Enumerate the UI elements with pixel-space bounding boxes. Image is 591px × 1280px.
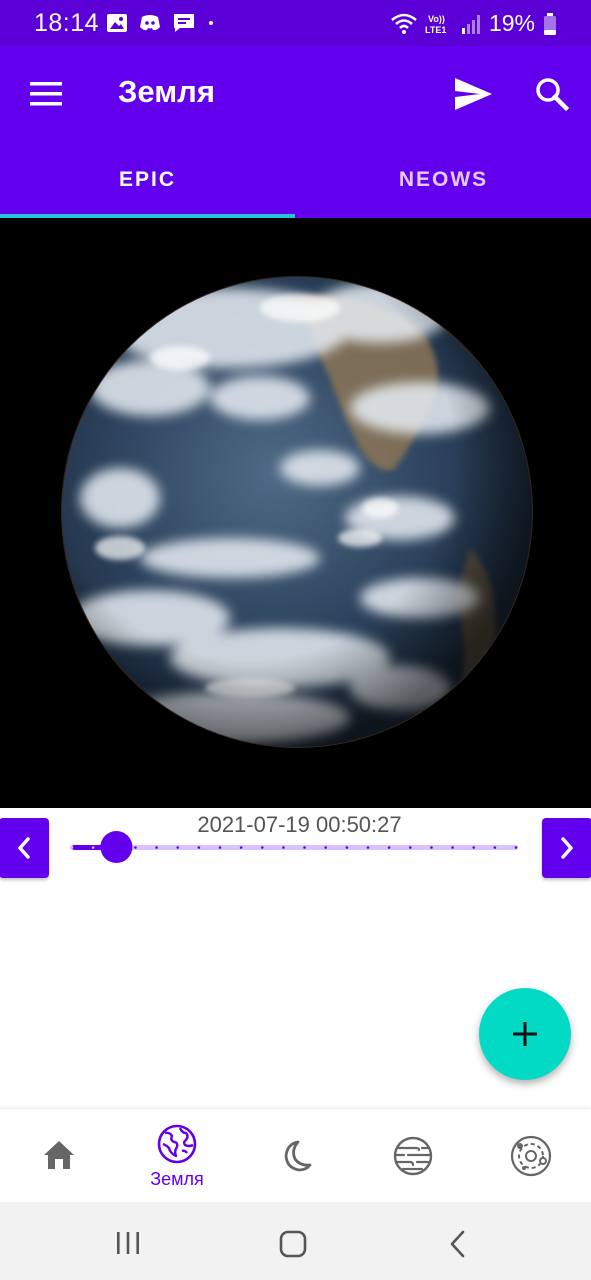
dot-icon — [209, 21, 213, 25]
slider-tick — [345, 846, 349, 849]
svg-text:Vo)): Vo)) — [428, 14, 445, 24]
planet-icon — [393, 1136, 433, 1176]
slider-tick — [472, 846, 476, 849]
slider-tick — [218, 846, 222, 849]
slider-tick — [155, 846, 158, 849]
date-slider[interactable] — [70, 830, 522, 864]
send-icon — [455, 78, 492, 110]
status-bar: 18:14 Vo)) LTE1 19% — [0, 0, 591, 46]
nav-item-home[interactable] — [0, 1109, 118, 1203]
slider-tick — [366, 846, 370, 849]
solar-system-icon — [510, 1135, 552, 1177]
bottom-navigation: Земля — [0, 1108, 591, 1202]
slider-thumb[interactable] — [100, 831, 133, 863]
recents-icon[interactable] — [114, 1230, 142, 1256]
slider-tick — [91, 846, 95, 849]
nav-item-planet[interactable] — [354, 1109, 472, 1203]
menu-button[interactable] — [26, 76, 66, 112]
next-button[interactable] — [542, 818, 591, 878]
nav-item-earth[interactable]: Земля — [118, 1109, 236, 1203]
previous-button[interactable] — [0, 818, 49, 878]
home-button-icon[interactable] — [279, 1230, 307, 1258]
battery-percent: 19% — [488, 10, 535, 36]
slider-tick — [260, 846, 264, 849]
slider-tick — [387, 846, 391, 849]
app-bar: Земля — [0, 46, 591, 142]
slider-tick — [451, 846, 454, 849]
send-button[interactable] — [452, 74, 494, 114]
slider-tick — [430, 846, 433, 849]
moon-icon — [284, 1140, 312, 1172]
slider-tick — [70, 846, 74, 849]
globe-icon — [157, 1124, 197, 1164]
add-button[interactable] — [479, 988, 571, 1080]
system-navigation-bar — [0, 1202, 591, 1280]
chevron-right-icon — [561, 837, 573, 859]
earth-globe — [61, 276, 533, 748]
gallery-icon — [107, 14, 127, 32]
slider-tick — [303, 846, 306, 849]
notification-icons — [106, 12, 216, 34]
slider-tick — [239, 846, 243, 849]
tab-epic[interactable]: EPIC — [0, 142, 295, 218]
slider-tick — [134, 846, 137, 849]
wifi-icon — [391, 13, 417, 34]
svg-text:LTE1: LTE1 — [425, 25, 446, 35]
volte-icon: Vo))LTE1 — [425, 14, 446, 35]
search-button[interactable] — [532, 74, 572, 114]
message-icon — [174, 14, 194, 32]
menu-icon — [30, 82, 62, 106]
slider-tick — [514, 846, 518, 849]
back-icon[interactable] — [447, 1229, 469, 1259]
page-title: Земля — [118, 74, 215, 109]
status-time: 18:14 — [34, 9, 100, 37]
home-icon — [44, 1141, 74, 1169]
system-status-icons: Vo)) LTE1 19% — [391, 10, 557, 37]
slider-tick — [197, 846, 201, 849]
slider-tick — [176, 846, 180, 849]
slider-tick — [408, 846, 412, 849]
slider-tick — [324, 846, 328, 849]
signal-icon — [461, 14, 480, 34]
tab-neows[interactable]: NEOWS — [296, 142, 591, 218]
nav-item-label: Земля — [150, 1169, 204, 1189]
slider-track-inactive — [70, 845, 518, 850]
nav-item-moon[interactable] — [236, 1109, 354, 1203]
chevron-left-icon — [18, 837, 30, 859]
earth-image — [0, 218, 591, 808]
battery-icon — [544, 12, 556, 35]
plus-icon — [513, 1022, 537, 1046]
slider-tick — [493, 846, 497, 849]
nav-item-solar-system[interactable] — [472, 1109, 590, 1203]
search-icon — [536, 78, 570, 112]
slider-tick — [282, 846, 285, 849]
discord-icon — [140, 15, 160, 31]
tab-bar: EPIC NEOWS — [0, 142, 591, 218]
